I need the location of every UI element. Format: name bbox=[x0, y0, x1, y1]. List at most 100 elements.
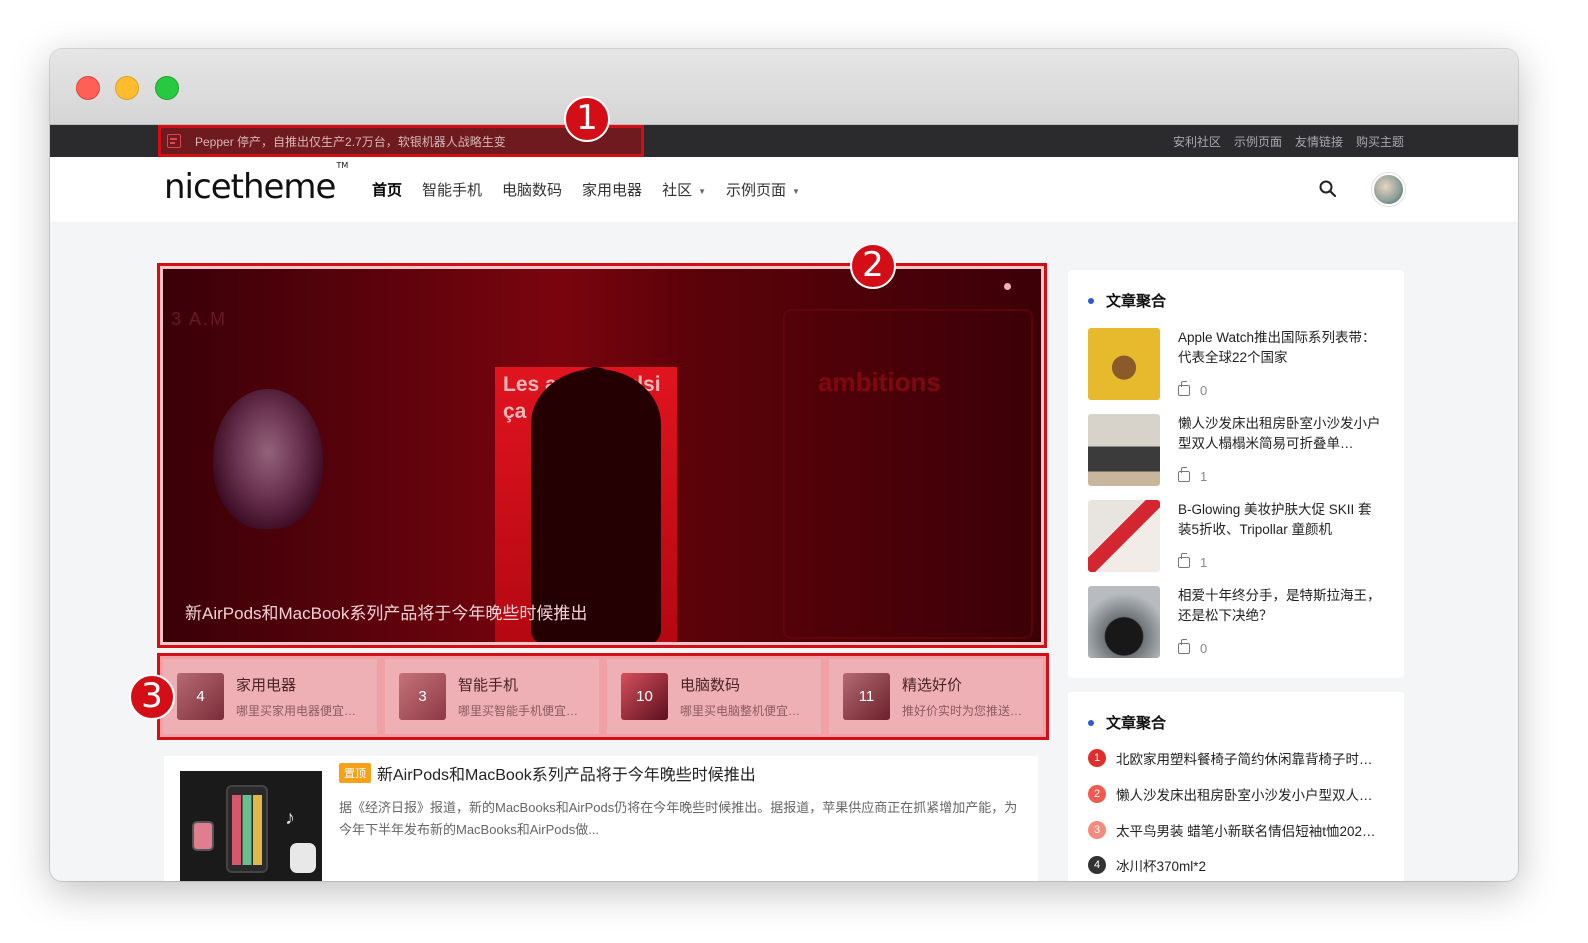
bullet-icon bbox=[1088, 297, 1094, 304]
hero-slider[interactable]: 3 A.M Les ach impulsi ça se ambitions 新A… bbox=[163, 269, 1041, 642]
like-count: 1 bbox=[1200, 469, 1208, 484]
rank-item[interactable]: 1 北欧家用塑料餐椅子简约休闲靠背椅子时… bbox=[1088, 748, 1388, 768]
logo-text: nicetheme bbox=[164, 167, 336, 207]
thumbs-up-icon bbox=[1178, 639, 1190, 654]
site-logo[interactable]: nicethemeTM bbox=[164, 161, 348, 207]
top-link-buy-theme[interactable]: 购买主题 bbox=[1356, 133, 1404, 150]
sidebar-post[interactable]: B-Glowing 美妆护肤大促 SKII 套装5折收、Tripollar 童颜… bbox=[1088, 500, 1388, 574]
hero-ad-panel bbox=[783, 309, 1033, 639]
sidebar-widget-posts: 文章聚合 Apple Watch推出国际系列表带：代表全球22个国家 0 懒人沙… bbox=[1068, 270, 1404, 678]
article-excerpt: 据《经济日报》报道，新的MacBooks和AirPods仍将在今年晚些时候推出。… bbox=[339, 800, 1018, 837]
nav-item-computers[interactable]: 电脑数码 bbox=[502, 179, 562, 200]
maximize-window-button[interactable] bbox=[155, 76, 179, 100]
category-desc: 推好价实时为您推送… bbox=[902, 704, 1023, 718]
rank-title[interactable]: 太平鸟男装 蜡笔小新联名情侣短袖t恤202… bbox=[1116, 820, 1376, 840]
category-desc: 哪里买家用电器便宜… bbox=[236, 704, 357, 718]
post-title[interactable]: B-Glowing 美妆护肤大促 SKII 套装5折收、Tripollar 童颜… bbox=[1178, 500, 1383, 540]
hero-caption[interactable]: 新AirPods和MacBook系列产品将于今年晚些时候推出 bbox=[185, 599, 587, 624]
rank-title[interactable]: 冰川杯370ml*2 bbox=[1116, 855, 1206, 875]
chevron-down-icon: ▼ bbox=[698, 186, 706, 196]
category-cards-highlight: 4 家用电器 哪里买家用电器便宜… 3 智能手机 哪里买智能手机便宜… 10 电… bbox=[157, 653, 1049, 740]
category-desc: 哪里买电脑整机便宜… bbox=[680, 704, 801, 718]
widget-title: 文章聚合 bbox=[1088, 290, 1166, 311]
minimize-window-button[interactable] bbox=[115, 76, 139, 100]
announcement-text[interactable]: Pepper 停产，自推出仅生产2.7万台，软银机器人战略生变 bbox=[195, 133, 506, 150]
post-thumbnail[interactable] bbox=[1088, 328, 1160, 400]
article-card[interactable]: ♪ 置顶 新AirPods和MacBook系列产品将于今年晚些时候推出 据《经济… bbox=[164, 756, 1038, 881]
category-name: 电脑数码 bbox=[680, 677, 741, 694]
widget-title: 文章聚合 bbox=[1088, 712, 1166, 733]
category-card-smartphones[interactable]: 3 智能手机 哪里买智能手机便宜… bbox=[385, 659, 599, 734]
hero-face-image bbox=[213, 389, 323, 529]
hero-ad-text: ambitions bbox=[818, 367, 941, 397]
search-icon[interactable] bbox=[1318, 179, 1338, 199]
nav-item-community[interactable]: 社区 ▼ bbox=[662, 179, 706, 200]
category-card-computers[interactable]: 10 电脑数码 哪里买电脑整机便宜… bbox=[607, 659, 821, 734]
site-header: nicethemeTM 首页 智能手机 电脑数码 家用电器 社区 ▼ 示例页面 ▼ bbox=[50, 157, 1518, 222]
article-title-text[interactable]: 新AirPods和MacBook系列产品将于今年晚些时候推出 bbox=[377, 761, 756, 785]
rank-item[interactable]: 2 懒人沙发床出租房卧室小沙发小户型双人… bbox=[1088, 784, 1388, 804]
category-thumb: 10 bbox=[621, 673, 668, 720]
post-title[interactable]: Apple Watch推出国际系列表带：代表全球22个国家 bbox=[1178, 328, 1383, 368]
sidebar-post[interactable]: 懒人沙发床出租房卧室小沙发小户型双人榻榻米简易可折叠单… 1 bbox=[1088, 414, 1388, 488]
top-bar: Pepper 停产，自推出仅生产2.7万台，软银机器人战略生变 安利社区 示例页… bbox=[50, 125, 1518, 157]
rank-item[interactable]: 3 太平鸟男装 蜡笔小新联名情侣短袖t恤202… bbox=[1088, 820, 1388, 840]
nav-sample-label: 示例页面 bbox=[726, 182, 787, 199]
post-thumbnail[interactable] bbox=[1088, 500, 1160, 572]
notice-icon bbox=[167, 134, 181, 148]
earbuds-image: ♪ bbox=[285, 807, 295, 829]
top-links: 安利社区 示例页面 友情链接 购买主题 bbox=[1173, 125, 1404, 157]
article-title[interactable]: 置顶 新AirPods和MacBook系列产品将于今年晚些时候推出 bbox=[339, 761, 756, 785]
like-count: 0 bbox=[1200, 383, 1208, 398]
category-thumb: 4 bbox=[177, 673, 224, 720]
category-thumb: 3 bbox=[399, 673, 446, 720]
phone-image bbox=[226, 785, 268, 873]
sidebar-post[interactable]: 相爱十年终分手，是特斯拉海王，还是松下决绝？ 0 bbox=[1088, 586, 1388, 660]
rank-title[interactable]: 懒人沙发床出租房卧室小沙发小户型双人… bbox=[1116, 784, 1373, 804]
watch-image bbox=[192, 821, 214, 851]
top-link-sample-page[interactable]: 示例页面 bbox=[1234, 133, 1282, 150]
rank-number: 4 bbox=[1088, 856, 1106, 874]
top-link-friends[interactable]: 友情链接 bbox=[1295, 133, 1343, 150]
post-title[interactable]: 懒人沙发床出租房卧室小沙发小户型双人榻榻米简易可折叠单… bbox=[1178, 414, 1383, 454]
article-thumbnail[interactable]: ♪ bbox=[180, 771, 322, 881]
close-window-button[interactable] bbox=[76, 76, 100, 100]
category-name: 家用电器 bbox=[236, 677, 297, 694]
like-count: 1 bbox=[1200, 555, 1208, 570]
hero-slider-highlight: 3 A.M Les ach impulsi ça se ambitions 新A… bbox=[157, 263, 1047, 648]
post-thumbnail[interactable] bbox=[1088, 414, 1160, 486]
post-likes: 0 bbox=[1178, 381, 1208, 398]
post-likes: 1 bbox=[1178, 553, 1208, 570]
rank-title[interactable]: 北欧家用塑料餐椅子简约休闲靠背椅子时… bbox=[1116, 748, 1373, 768]
category-name: 智能手机 bbox=[458, 677, 519, 694]
post-thumbnail[interactable] bbox=[1088, 586, 1160, 658]
top-link-community[interactable]: 安利社区 bbox=[1173, 133, 1221, 150]
category-thumb: 11 bbox=[843, 673, 890, 720]
hero-corner-text: 3 A.M bbox=[171, 309, 228, 329]
nav-item-appliances[interactable]: 家用电器 bbox=[582, 179, 642, 200]
sidebar-post[interactable]: Apple Watch推出国际系列表带：代表全球22个国家 0 bbox=[1088, 328, 1388, 402]
nav-item-smartphones[interactable]: 智能手机 bbox=[422, 179, 482, 200]
post-likes: 0 bbox=[1178, 639, 1208, 656]
logo-trademark: TM bbox=[336, 160, 349, 170]
rank-item[interactable]: 4 冰川杯370ml*2 bbox=[1088, 855, 1388, 875]
post-title[interactable]: 相爱十年终分手，是特斯拉海王，还是松下决绝？ bbox=[1178, 586, 1383, 626]
browser-window: Pepper 停产，自推出仅生产2.7万台，软银机器人战略生变 安利社区 示例页… bbox=[50, 49, 1518, 881]
nav-item-sample-pages[interactable]: 示例页面 ▼ bbox=[726, 179, 800, 200]
main-nav: 首页 智能手机 电脑数码 家用电器 社区 ▼ 示例页面 ▼ bbox=[372, 157, 800, 222]
nav-item-home[interactable]: 首页 bbox=[372, 179, 402, 200]
category-card-appliances[interactable]: 4 家用电器 哪里买家用电器便宜… bbox=[163, 659, 377, 734]
rank-number: 3 bbox=[1088, 821, 1106, 839]
bullet-icon bbox=[1088, 719, 1094, 726]
user-avatar[interactable] bbox=[1372, 173, 1405, 206]
slider-dot[interactable] bbox=[1004, 283, 1011, 290]
category-card-deals[interactable]: 11 精选好价 推好价实时为您推送… bbox=[829, 659, 1043, 734]
rank-number: 1 bbox=[1088, 749, 1106, 767]
like-count: 0 bbox=[1200, 641, 1208, 656]
thumbs-up-icon bbox=[1178, 381, 1190, 396]
category-desc: 哪里买智能手机便宜… bbox=[458, 704, 579, 718]
category-name: 精选好价 bbox=[902, 677, 963, 694]
thumbs-up-icon bbox=[1178, 467, 1190, 482]
chevron-down-icon: ▼ bbox=[792, 186, 800, 196]
sidebar-widget-ranking: 文章聚合 1 北欧家用塑料餐椅子简约休闲靠背椅子时… 2 懒人沙发床出租房卧室小… bbox=[1068, 692, 1404, 881]
